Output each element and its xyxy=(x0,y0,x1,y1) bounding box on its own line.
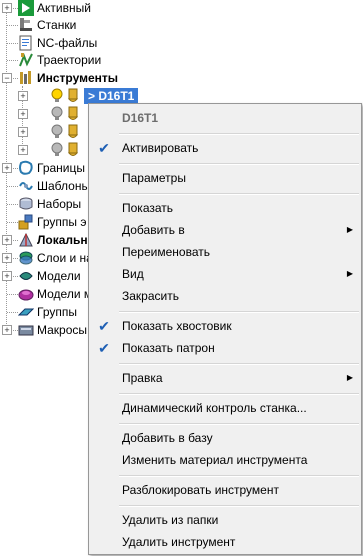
nc-file-icon xyxy=(19,35,32,51)
submenu-arrow-icon: ▶ xyxy=(346,269,353,278)
menu-separator xyxy=(119,423,359,425)
toolpath-icon xyxy=(19,53,33,67)
menu-item-shade[interactable]: Закрасить xyxy=(89,285,361,307)
menu-item-show-shank[interactable]: ✔ Показать хвостовик xyxy=(89,315,361,337)
expand-toggle[interactable]: + xyxy=(18,91,28,101)
menu-item-show-holder[interactable]: ✔ Показать патрон xyxy=(89,337,361,359)
menu-item-label: Динамический контроль станка... xyxy=(122,401,307,415)
tree-item-label: Наборы xyxy=(37,197,82,211)
lightbulb-off-icon[interactable] xyxy=(50,142,64,158)
menu-item-label: Закрасить xyxy=(122,289,179,303)
tools-icon xyxy=(20,71,31,84)
lightbulb-off-icon[interactable] xyxy=(50,124,64,140)
menu-separator xyxy=(119,311,359,313)
menu-item-label: Правка xyxy=(122,371,163,385)
menu-item-label: Вид xyxy=(122,267,144,281)
tree-item-tools[interactable]: − Инструменты xyxy=(0,69,200,87)
menu-item-label: Изменить материал инструмента xyxy=(122,453,308,467)
group-icon xyxy=(18,214,33,230)
menu-header-title: D16T1 xyxy=(122,111,159,125)
menu-separator xyxy=(119,163,359,165)
menu-item-label: Показать хвостовик xyxy=(122,319,232,333)
tool-cutter-icon xyxy=(67,124,79,138)
menu-item-machine-check[interactable]: Динамический контроль станка... xyxy=(89,397,361,419)
tree-item-label: Шаблоны xyxy=(37,179,91,193)
menu-header: D16T1 xyxy=(89,107,361,129)
active-arrow-icon xyxy=(18,0,34,16)
tree-item-label: Границы xyxy=(37,161,85,175)
tree-item-label: Слои и на xyxy=(37,251,93,265)
menu-item-label: Добавить в xyxy=(122,223,185,237)
tree-item-label: NC-файлы xyxy=(37,36,98,50)
menu-item-view[interactable]: Вид ▶ xyxy=(89,263,361,285)
menu-item-label: Показать xyxy=(122,201,174,215)
menu-item-show[interactable]: Показать xyxy=(89,197,361,219)
checkmark-icon: ✔ xyxy=(98,340,110,356)
menu-item-label: Показать патрон xyxy=(122,341,215,355)
tree-item-label: Станки xyxy=(37,18,77,32)
menu-separator xyxy=(119,133,359,135)
menu-item-label: Добавить в базу xyxy=(122,431,213,445)
menu-item-delete-tool[interactable]: Удалить инструмент xyxy=(89,531,361,553)
submenu-arrow-icon: ▶ xyxy=(346,225,353,234)
tree-item-label: Модели xyxy=(37,269,81,283)
boundary-icon xyxy=(19,160,33,175)
tree-item-label: Активный xyxy=(37,1,91,15)
groups-icon xyxy=(18,308,34,316)
tree-item-label: Инструменты xyxy=(37,71,119,85)
tool-cutter-icon xyxy=(67,142,79,156)
model-icon xyxy=(19,272,33,280)
tree-item-label: Траектории xyxy=(37,53,102,67)
macro-icon xyxy=(18,325,34,336)
stock-model-icon xyxy=(18,289,34,301)
lightbulb-off-icon[interactable] xyxy=(50,106,64,122)
workplane-icon xyxy=(19,232,33,247)
menu-item-label: Удалить из папки xyxy=(122,513,219,527)
context-menu: D16T1 ✔ Активировать Параметры Показать … xyxy=(88,103,362,555)
menu-item-activate[interactable]: ✔ Активировать xyxy=(89,137,361,159)
lightbulb-on-icon[interactable] xyxy=(50,88,64,104)
menu-item-label: Параметры xyxy=(122,171,186,185)
tool-cutter-icon xyxy=(67,106,79,120)
checkmark-icon: ✔ xyxy=(98,318,110,334)
checkmark-icon: ✔ xyxy=(98,140,110,156)
machine-icon xyxy=(20,18,32,31)
expand-toggle[interactable]: + xyxy=(18,127,28,137)
menu-separator xyxy=(119,363,359,365)
menu-separator xyxy=(119,393,359,395)
menu-item-parameters[interactable]: Параметры xyxy=(89,167,361,189)
menu-item-change-material[interactable]: Изменить материал инструмента xyxy=(89,449,361,471)
pattern-icon xyxy=(19,182,33,190)
tree-item-toolpaths[interactable]: Траектории xyxy=(0,51,200,69)
menu-item-label: Активировать xyxy=(122,141,199,155)
layers-icon xyxy=(19,251,33,265)
menu-separator xyxy=(119,193,359,195)
menu-item-rename[interactable]: Переименовать xyxy=(89,241,361,263)
tree-item-machines[interactable]: Станки xyxy=(0,16,200,34)
selected-tool-label[interactable]: > D16T1 xyxy=(84,88,139,104)
tree-item-nc-files[interactable]: NC-файлы xyxy=(0,34,200,52)
menu-item-remove-from-folder[interactable]: Удалить из папки xyxy=(89,509,361,531)
menu-item-add-to-database[interactable]: Добавить в базу xyxy=(89,427,361,449)
expand-toggle[interactable]: + xyxy=(18,109,28,119)
menu-separator xyxy=(119,505,359,507)
menu-separator xyxy=(119,475,359,477)
tree-item-label: Модели м xyxy=(37,287,93,301)
menu-item-edit[interactable]: Правка ▶ xyxy=(89,367,361,389)
tree-item-active[interactable]: + Активный xyxy=(0,0,200,17)
tool-cutter-icon xyxy=(67,88,79,102)
tree-item-label: Группы xyxy=(37,305,77,319)
tree-item-label: Локальн xyxy=(37,233,88,247)
tree-item-label: Группы э xyxy=(37,215,87,229)
menu-item-label: Удалить инструмент xyxy=(122,535,236,549)
menu-item-label: Переименовать xyxy=(122,245,210,259)
submenu-arrow-icon: ▶ xyxy=(346,373,353,382)
expand-toggle[interactable]: + xyxy=(18,145,28,155)
menu-item-unlock-tool[interactable]: Разблокировать инструмент xyxy=(89,479,361,501)
menu-item-label: Разблокировать инструмент xyxy=(122,483,279,497)
feature-set-icon xyxy=(19,197,33,210)
menu-item-add-to[interactable]: Добавить в ▶ xyxy=(89,219,361,241)
tree-item-label: Макросы xyxy=(37,323,88,337)
